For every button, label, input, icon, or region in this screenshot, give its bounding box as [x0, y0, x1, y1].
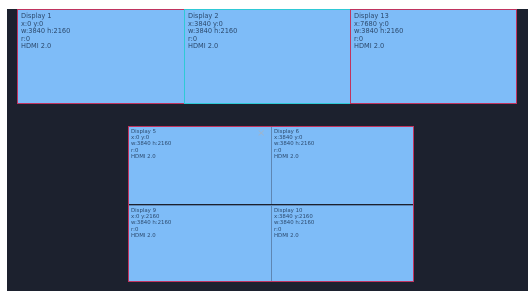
- display-port: HDMI 2.0: [21, 42, 52, 51]
- display-port: HDMI 2.0: [188, 42, 219, 51]
- display-size: w:3840 h:2160: [188, 27, 238, 36]
- display-2-tile[interactable]: Display 2 x:3840 y:0 w:3840 h:2160 r:0 H…: [184, 9, 352, 104]
- display-size: w:3840 h:2160: [21, 27, 71, 36]
- display-13-tile[interactable]: Display 13 x:7680 y:0 w:3840 h:2160 r:0 …: [350, 9, 517, 104]
- display-group-outline: [128, 126, 414, 282]
- display-name: Display 1: [21, 12, 52, 20]
- display-port: HDMI 2.0: [354, 42, 385, 51]
- display-size: w:3840 h:2160: [354, 27, 404, 36]
- display-1-tile[interactable]: Display 1 x:0 y:0 w:3840 h:2160 r:0 HDMI…: [17, 9, 185, 104]
- close-icon[interactable]: ×: [257, 129, 265, 139]
